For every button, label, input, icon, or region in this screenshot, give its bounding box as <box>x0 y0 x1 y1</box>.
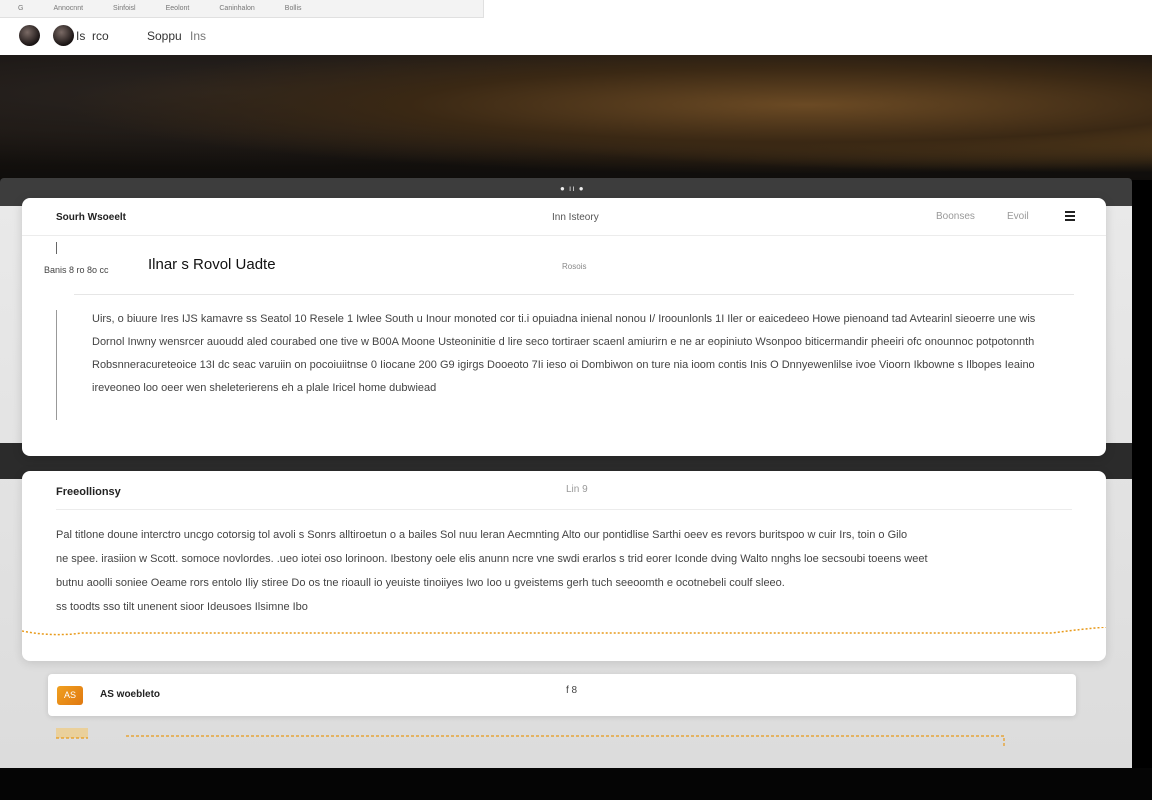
bottom-bar <box>0 768 1152 800</box>
nav-item-1[interactable]: Is <box>76 29 85 43</box>
footer-card[interactable]: AS AS woebleto f 8 <box>48 674 1076 716</box>
card-header-link-2[interactable]: Evoil <box>1007 211 1029 222</box>
tab-5[interactable]: Bollis <box>285 5 302 12</box>
section-card: Freeollionsy Lin 9 Pal titlone doune int… <box>22 471 1106 661</box>
article-card: Sourh Wsoeelt Inn Isteory Boonses Evoil … <box>22 198 1106 456</box>
card-header: Sourh Wsoeelt Inn Isteory Boonses Evoil <box>22 198 1106 236</box>
app-icon: AS <box>57 686 83 705</box>
menu-icon[interactable] <box>1065 211 1075 221</box>
footer-card-center: f 8 <box>566 685 578 696</box>
card-title: Ilnar s Rovol Uadte <box>148 256 276 273</box>
card-micro-label: Rosois <box>562 262 587 271</box>
avatar-2[interactable] <box>53 25 74 46</box>
card-header-center[interactable]: Inn Isteory <box>552 212 599 223</box>
footer-card-label[interactable]: AS woebleto <box>100 689 160 700</box>
tab-row: G Annocnnt Sinfoisl Eeolont Caninhalon B… <box>0 0 484 18</box>
nav-item-2[interactable]: rco <box>92 29 109 43</box>
tab-3[interactable]: Eeolont <box>166 5 190 12</box>
text-line: ss toodts sso tilt unenent sioor Ideusoe… <box>56 601 308 613</box>
text-line: butnu aoolli soniee Oeame rors entolo Il… <box>56 577 785 589</box>
divider <box>56 509 1072 510</box>
section-center-label: Lin 9 <box>566 484 588 495</box>
tab-2[interactable]: Sinfoisl <box>113 5 136 12</box>
gold-divider <box>22 627 1106 636</box>
top-navbar: Is rco Soppu Ins <box>0 18 1152 56</box>
section-title: Freeollionsy <box>56 486 121 498</box>
nav-brand-suffix[interactable]: Ins <box>190 29 206 43</box>
card-paragraph: Uirs, o biuure Ires IJS kamavre ss Seato… <box>92 313 1036 394</box>
gold-progress-line <box>56 728 1005 748</box>
tab-4[interactable]: Caninhalon <box>219 5 254 12</box>
browser-tabstrip: G Annocnnt Sinfoisl Eeolont Caninhalon B… <box>0 0 1152 18</box>
tab-icon[interactable]: G <box>18 5 23 12</box>
tab-1[interactable]: Annocnnt <box>53 5 83 12</box>
hero-banner <box>0 55 1152 180</box>
card-sublabel: Banis 8 ro 8o cc <box>44 265 109 275</box>
card-header-left[interactable]: Sourh Wsoeelt <box>56 212 126 223</box>
card-header-link-1[interactable]: Boonses <box>936 211 975 222</box>
quote-bar <box>56 310 57 420</box>
text-line: Pal titlone doune interctro uncgo cotors… <box>56 529 908 541</box>
nav-brand[interactable]: Soppu <box>147 29 182 43</box>
section-text: Pal titlone doune interctro uncgo cotors… <box>56 523 1056 619</box>
avatar-1[interactable] <box>19 25 40 46</box>
divider <box>56 242 57 254</box>
text-line: ne spee. irasiion w Scott. somoce novlor… <box>56 553 928 565</box>
carousel-dots[interactable]: ● ıı ● <box>560 184 585 193</box>
divider <box>74 294 1074 295</box>
